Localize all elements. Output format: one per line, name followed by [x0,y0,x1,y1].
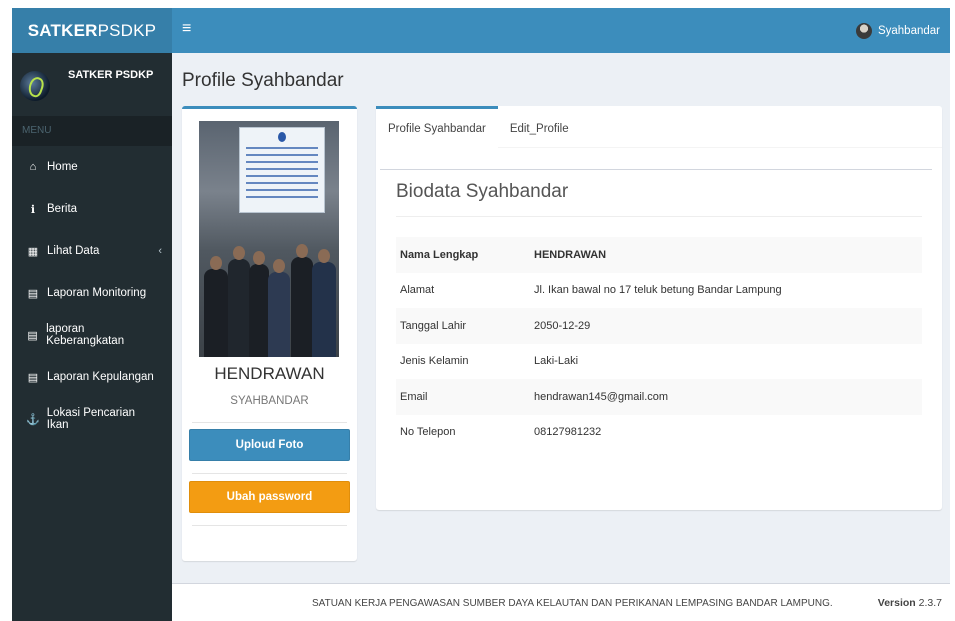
sidebar-menu: ⌂ Home ℹ Berita ▦ Lihat Data ‹ ▤ Laporan… [12,146,172,440]
field-label: Jenis Kelamin [400,355,469,368]
top-navbar: ≡ Syahbandar [172,8,950,53]
sidebar-item-label: Laporan Kepulangan [47,371,154,383]
header-avatar [855,22,872,39]
sidebar-item-label: Lihat Data [47,245,100,257]
field-value: Jl. Ikan bawal no 17 teluk betung Bandar… [534,284,782,297]
version-number: 2.3.7 [918,597,942,609]
table-row: No Telepon 08127981232 [396,415,922,451]
sidebar-item-label: Laporan Monitoring [47,287,147,299]
divider [192,525,347,526]
list-icon: ▤ [27,329,38,342]
field-label: Tanggal Lahir [400,319,467,332]
sidebar-item-label: Home [47,161,78,173]
field-value: 08127981232 [534,426,602,439]
sidebar-item-home[interactable]: ⌂ Home [12,146,172,188]
field-label: Email [400,390,428,403]
sidebar-item-label: laporan Keberangkatan [46,323,125,347]
header-user-name: Syahbandar [877,24,940,37]
tab-profile-syahbandar[interactable]: Profile Syahbandar [376,106,498,148]
profile-name: HENDRAWAN [214,364,325,383]
sidebar-item-laporan-keberangkatan[interactable]: ▤ laporan Keberangkatan [12,314,172,356]
sidebar-item-lokasi-pencarian-ikan[interactable]: ⚓ Lokasi Pencarian Ikan [12,398,172,440]
table-row: Tanggal Lahir 2050-12-29 [396,308,922,344]
field-label: Alamat [400,284,435,297]
sidebar: SATKER PSDKP MENU ⌂ Home ℹ Berita ▦ Liha… [12,53,172,621]
list-icon: ▤ [27,287,39,300]
chevron-left-icon: ‹ [158,245,162,257]
profile-tabs-box: Profile Syahbandar Edit_Profile Biodata … [376,106,942,510]
table-row: Alamat Jl. Ikan bawal no 17 teluk betung… [396,273,922,309]
profile-photo [199,121,339,357]
field-label: No Telepon [400,426,456,439]
version-label: Version [877,597,916,609]
header-user-menu[interactable]: Syahbandar [855,8,940,53]
divider [380,169,932,170]
brand-logo[interactable]: SATKER PSDKP [12,8,172,53]
sidebar-item-berita[interactable]: ℹ Berita [12,188,172,230]
field-label: Nama Lengkap [400,248,479,261]
field-value: hendrawan145@gmail.com [534,390,669,403]
change-password-button[interactable]: Ubah password [189,481,350,513]
photo-signboard [239,127,325,213]
table-row: Email hendrawan145@gmail.com [396,379,922,415]
biodata-table: Nama Lengkap HENDRAWAN Alamat Jl. Ikan b… [396,237,922,450]
tab-bar: Profile Syahbandar Edit_Profile [376,106,942,148]
app-frame: SATKER PSDKP ≡ Syahbandar SATKER PSDKP ME… [12,8,950,621]
version-info: Version 2.3.7 [878,597,942,609]
sidebar-item-label: Lokasi Pencarian Ikan [46,407,135,431]
list-icon: ▤ [27,371,39,384]
info-circle-icon: ℹ [30,203,36,216]
table-icon: ▦ [27,245,39,258]
tab-edit-profile[interactable]: Edit_Profile [498,106,581,148]
brand-light: PSDKP [97,20,157,40]
field-value: Laki-Laki [534,355,579,368]
brand-bold: SATKER [27,20,98,40]
divider [192,473,347,474]
divider [396,216,922,217]
field-value: HENDRAWAN [534,248,607,261]
sidebar-item-lihat-data[interactable]: ▦ Lihat Data ‹ [12,230,172,272]
field-value: 2050-12-29 [534,319,591,332]
sidebar-item-laporan-monitoring[interactable]: ▤ Laporan Monitoring [12,272,172,314]
sidebar-item-laporan-kepulangan[interactable]: ▤ Laporan Kepulangan [12,356,172,398]
menu-header: MENU [12,116,172,146]
sidebar-item-label: Berita [47,203,78,215]
user-panel-name: SATKER PSDKP [68,69,154,81]
biodata-title: Biodata Syahbandar [396,181,569,202]
anchor-icon: ⚓ [26,413,40,426]
user-panel-avatar [20,71,50,101]
table-row: Jenis Kelamin Laki-Laki [396,344,922,380]
sidebar-toggle-icon[interactable]: ≡ [182,20,191,38]
page-title: Profile Syahbandar [182,70,344,91]
footer: SATUAN KERJA PENGAWASAN SUMBER DAYA KELA… [172,583,950,621]
home-icon: ⌂ [29,161,37,173]
table-row: Nama Lengkap HENDRAWAN [396,237,922,273]
footer-text: SATUAN KERJA PENGAWASAN SUMBER DAYA KELA… [312,598,833,609]
upload-photo-button[interactable]: Uploud Foto [189,429,350,461]
user-panel: SATKER PSDKP [12,53,172,116]
divider [192,422,347,423]
profile-role: SYAHBANDAR [230,395,309,407]
profile-card: HENDRAWAN SYAHBANDAR Uploud Foto Ubah pa… [182,106,357,561]
